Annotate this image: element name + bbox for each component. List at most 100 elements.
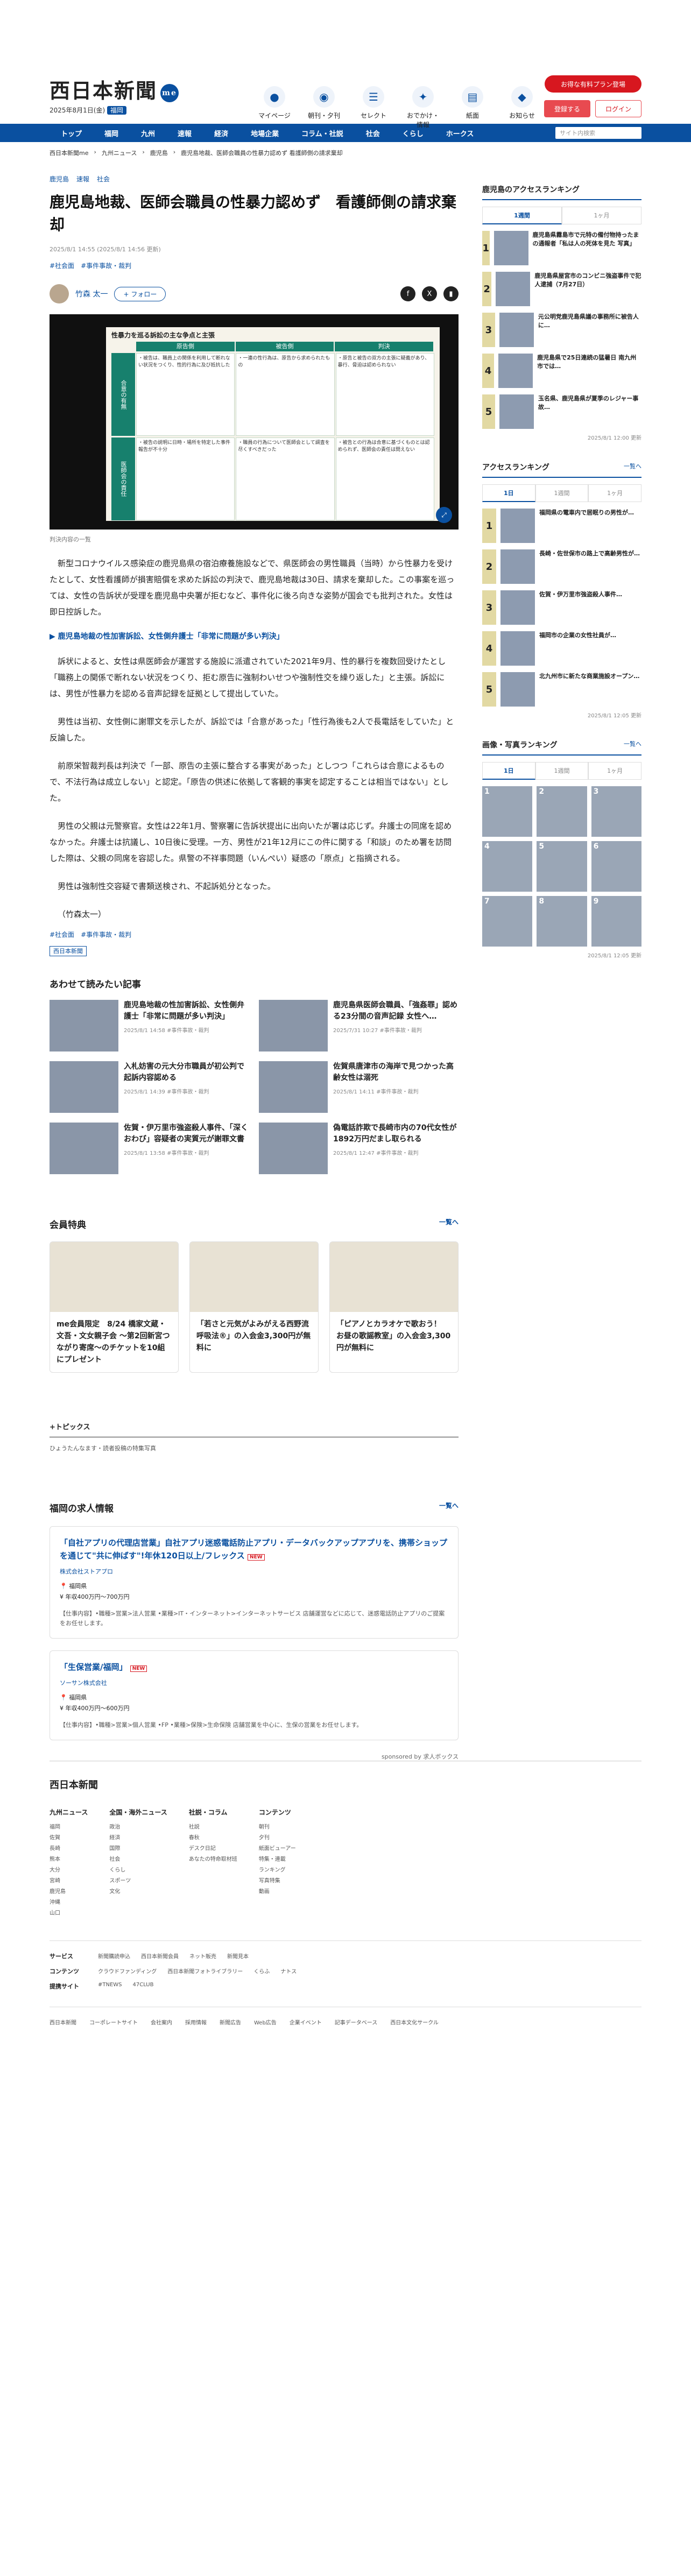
related-card[interactable]: 鹿児島県医師会職員、「強姦罪」認める23分間の音声記録 女性へ… 2025/7/3… [259, 1000, 459, 1051]
board-header-cell: 被告側 [235, 342, 334, 351]
nav-item[interactable]: 福岡 [93, 128, 130, 138]
mypage-link[interactable]: ● マイページ [257, 86, 292, 129]
tag-link[interactable]: #社会面 [50, 930, 74, 939]
related-card[interactable]: 佐賀・伊万里市強盗殺人事件、「深くおわび」容疑者の実質元が謝罪文書 2025/8/… [50, 1123, 249, 1174]
tab-week[interactable]: 1週間 [535, 762, 589, 780]
notice-link[interactable]: ◆ お知らせ [504, 86, 540, 129]
photo-thumb[interactable]: 4 [482, 841, 533, 892]
breadcrumb-item[interactable]: 九州ニュース [102, 149, 137, 157]
photo-thumb[interactable]: 5 [537, 841, 587, 892]
article-photo[interactable]: 性暴力を巡る訴訟の主な争点と主張 原告側 被告側 判決 合意の有無 ・被告は、職… [50, 314, 459, 530]
outing-link[interactable]: ✦ おでかけ・情報 [405, 86, 441, 129]
photo-thumb[interactable]: 2 [537, 786, 587, 837]
footer-column: コンテンツ 朝刊 夕刊 紙面ビューアー 特集・連載 ランキング 写真特集 動画 [258, 1809, 296, 1895]
tab-month[interactable]: 1ヶ月 [588, 484, 642, 502]
tag-link[interactable]: #事件事故・裁判 [81, 261, 131, 270]
ranking-item[interactable]: 4 鹿児島県で25日連続の猛暑日 南九州市では… [482, 354, 641, 388]
related-card[interactable]: 偽電話詐欺で長崎市内の70代女性が1892万円だまし取られる 2025/8/1 1… [259, 1123, 459, 1174]
category-link[interactable]: 鹿児島 [50, 174, 69, 184]
me-icon: ● [264, 86, 285, 108]
jobs-sponsor[interactable]: sponsored by 求人ボックス [50, 1752, 459, 1761]
facebook-icon[interactable]: f [400, 286, 415, 301]
photo-more-link[interactable]: 一覧へ [624, 739, 641, 750]
ranking-item[interactable]: 2 鹿児島県屋宮市のコンビニ強盗事件で犯人逮捕（7月27日） [482, 272, 641, 306]
footer-column: 社説・コラム 社説 春秋 デスク日記 あなたの特命取材班 [188, 1809, 237, 1862]
nav-item[interactable]: トップ [50, 128, 93, 138]
ranking-item[interactable]: 3 元公明党鹿児島県議の事務所に被告人に… [482, 313, 641, 347]
nav-item[interactable]: コラム・社説 [290, 128, 355, 138]
member-card[interactable]: 「ピアノとカラオケで歌おう！ お昼の歌謡教室」の入会金3,300円が無料に [329, 1241, 459, 1373]
photo-thumb[interactable]: 7 [482, 896, 533, 947]
tab-week[interactable]: 1週間 [535, 484, 589, 502]
nav-item[interactable]: 九州 [130, 128, 166, 138]
ranking-item[interactable]: 2 長崎・佐世保市の路上で高齢男性が… [482, 549, 641, 584]
nav-item[interactable]: 速報 [166, 128, 203, 138]
follow-button[interactable]: + フォロー [114, 286, 166, 301]
site-logo[interactable]: 西日本新聞 me [50, 74, 179, 104]
related-card[interactable]: 鹿児島地裁の性加害訴訟、女性側弁護士「非常に問題が多い判決」 2025/8/1 1… [50, 1000, 249, 1051]
related-thumb [259, 1061, 328, 1113]
category-link[interactable]: 社会 [97, 174, 110, 184]
related-card[interactable]: 佐賀県唐津市の海岸で見つかった高齢女性は溺死 2025/8/1 14:11 #事件… [259, 1061, 459, 1113]
ranking-item[interactable]: 1 福岡県の電車内で居眠りの男性が… [482, 509, 641, 543]
register-button[interactable]: 登録する [544, 100, 590, 117]
ranking-item[interactable]: 5 北九州市に新たな商業施設オープン… [482, 672, 641, 707]
board-title: 性暴力を巡る訴訟の主な争点と主張 [111, 331, 215, 339]
job-card[interactable]: 「生保営業/福岡」 NEW ソーサン株式会社 📍 福岡県 ¥ 年収400万円〜60… [50, 1650, 459, 1740]
tag-link[interactable]: #社会面 [50, 261, 74, 270]
paper-icon: ▤ [462, 86, 483, 108]
related-thumb [259, 1123, 328, 1174]
photo-thumb[interactable]: 8 [537, 896, 587, 947]
nav-item[interactable]: 地場企業 [239, 128, 290, 138]
photo-caption: 判決内容の一覧 [50, 536, 91, 543]
job-card[interactable]: 「自社アプリの代理店営業」自社アプリ迷惑電話防止アプリ・データバックアップアプリ… [50, 1526, 459, 1639]
photo-thumb[interactable]: 9 [591, 896, 641, 947]
topics-link[interactable]: ひょうたんなます・読者投稿の特集写真 [50, 1444, 459, 1452]
nav-item[interactable]: 社会 [355, 128, 391, 138]
zoom-icon[interactable]: ⤢ [436, 507, 452, 523]
paper-badge[interactable]: 西日本新聞 [50, 946, 87, 956]
tab-month[interactable]: 1ヶ月 [562, 207, 641, 224]
search-input[interactable]: サイト内検索 [555, 127, 641, 139]
x-icon[interactable]: X [422, 286, 437, 301]
related-article-link[interactable]: ▶ 鹿児島地裁の性加害訴訟、女性側弁護士「非常に問題が多い判決」 [50, 631, 459, 641]
breadcrumb-item[interactable]: 鹿児島 [150, 149, 168, 157]
tab-month[interactable]: 1ヶ月 [588, 762, 642, 780]
article-paragraph: 男性は当初、女性側に謝罪文を示したが、訴訟では「合意があった」「性行為後も2人で… [50, 717, 454, 743]
tab-week[interactable]: 1週間 [482, 207, 562, 224]
tab-day[interactable]: 1日 [482, 762, 535, 780]
related-thumb [50, 1061, 118, 1113]
nav-item[interactable]: 経済 [203, 128, 239, 138]
tag-link[interactable]: #事件事故・裁判 [81, 930, 131, 939]
ranking-item[interactable]: 3 佐賀・伊万里市強盗殺人事件… [482, 590, 641, 625]
photo-thumb[interactable]: 6 [591, 841, 641, 892]
photo-thumb[interactable]: 1 [482, 786, 533, 837]
select-link[interactable]: ☰ セレクト [356, 86, 391, 129]
tab-day[interactable]: 1日 [482, 484, 535, 502]
member-card[interactable]: 「若さと元気がよみがえる西野流呼吸法®」の入会金3,300円が無料に [189, 1241, 319, 1373]
jobs-more-link[interactable]: 一覧へ [439, 1501, 459, 1514]
related-card[interactable]: 入札妨害の元大分市職員が初公判で起訴内容認める 2025/8/1 14:39 #事… [50, 1061, 249, 1113]
members-more-link[interactable]: 一覧へ [439, 1217, 459, 1231]
promo-button[interactable]: お得な有料プラン登場 [545, 75, 641, 93]
member-card[interactable]: me会員限定 8/24 橋家文蔵・文吾・文女親子会 ～第2回新宮つながり寄席～の… [50, 1241, 179, 1373]
access-more-link[interactable]: 一覧へ [624, 462, 641, 472]
board-cell: ・原告と被告の双方の主張に疑義があり、暴行、脅迫は認められない [335, 353, 434, 436]
ranking-item[interactable]: 4 福岡市の企業の女性社員が… [482, 631, 641, 666]
photo-thumb[interactable]: 3 [591, 786, 641, 837]
ranking-item[interactable]: 5 玉名県、鹿児島県が夏季のレジャー事故… [482, 394, 641, 429]
bookmark-icon[interactable]: ▮ [443, 286, 459, 301]
article-tags: #社会面 #事件事故・裁判 [50, 261, 459, 270]
new-badge: NEW [248, 1554, 265, 1561]
login-button[interactable]: ログイン [595, 100, 641, 117]
breadcrumb-item[interactable]: 西日本新聞me [50, 149, 88, 157]
nav-item[interactable]: くらし [391, 128, 435, 138]
ranking-item[interactable]: 1 鹿児島県霧島市で元特の備付物持ったまの通報者「私は人の死体を見た 写真」 [482, 231, 641, 265]
paper-link[interactable]: ▤ 紙面 [455, 86, 490, 129]
footer-row: 提携サイト #TNEWS 47CLUB [50, 1982, 154, 1990]
nav-item[interactable]: ホークス [435, 128, 485, 138]
footer-logo[interactable]: 西日本新聞 [50, 1777, 641, 1791]
newspaper-link[interactable]: ◉ 朝刊・夕刊 [306, 86, 342, 129]
category-link[interactable]: 速報 [76, 174, 89, 184]
author-name[interactable]: 竹森 太一 [75, 288, 108, 299]
